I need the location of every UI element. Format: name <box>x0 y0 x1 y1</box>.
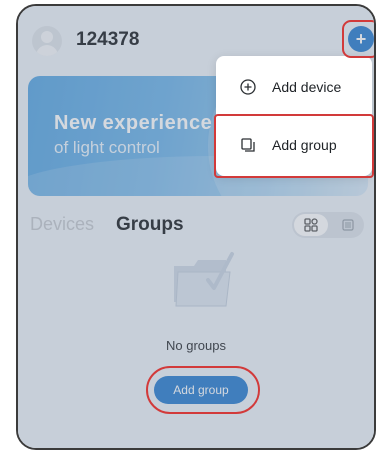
plus-button-highlight <box>342 20 374 58</box>
menu-item-label: Add device <box>272 79 342 95</box>
add-group-menu-highlight <box>214 114 374 178</box>
menu-item-add-device[interactable]: Add device <box>216 58 372 116</box>
phone-frame: 124378 + New experience of light control… <box>16 4 376 450</box>
plus-circle-icon <box>240 79 256 95</box>
add-group-button-highlight <box>146 366 260 414</box>
groups-screen: 124378 + New experience of light control… <box>18 6 374 448</box>
